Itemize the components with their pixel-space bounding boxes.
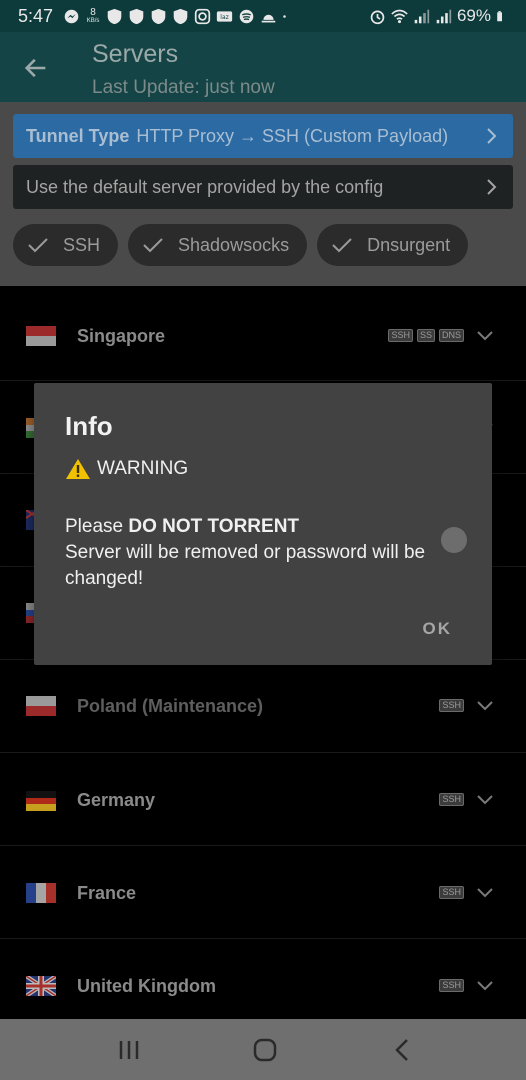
dot-icon: [283, 14, 286, 18]
chip-label: SSH: [63, 234, 101, 255]
alarm-icon: [370, 10, 385, 24]
server-tags: SSH: [439, 699, 464, 712]
server-row-singapore[interactable]: Singapore SSH SS DNS: [0, 288, 526, 381]
shield-icon: [173, 8, 188, 24]
tag-ssh: SSH: [439, 793, 464, 806]
germany-flag-icon: [26, 791, 56, 811]
message-bold: DO NOT TORRENT: [128, 516, 300, 537]
server-name: France: [77, 883, 137, 903]
check-icon: [143, 238, 163, 253]
server-row-germany[interactable]: Germany SSH: [0, 753, 526, 846]
system-icons: 69%: [369, 6, 508, 26]
dialog-title: Info: [65, 411, 113, 441]
chip-ssh[interactable]: SSH: [13, 224, 119, 266]
speed-unit: KB/s: [86, 17, 100, 24]
last-update-text: Last Update: just now: [92, 77, 275, 98]
shield-icon: [129, 8, 144, 24]
status-bar: 5:47 8 KB/s laz 69%: [0, 0, 526, 32]
tag-ssh: SSH: [439, 886, 464, 899]
warning-text: WARNING: [97, 458, 189, 479]
lazada-icon: laz: [216, 10, 233, 22]
instagram-icon: [194, 8, 211, 24]
chevron-down-icon[interactable]: [476, 794, 494, 806]
chevron-down-icon[interactable]: [476, 700, 494, 712]
speed-value: 8: [90, 6, 96, 18]
network-speed: 8 KB/s: [85, 6, 101, 25]
protocol-filter-chips: SSH Shadowsocks Dnsurgent: [13, 224, 469, 266]
dialog-warning: WARNING: [65, 458, 188, 480]
app-bar: Servers Last Update: just now: [0, 32, 526, 102]
home-icon[interactable]: [252, 1037, 278, 1063]
check-icon: [332, 238, 352, 253]
config-panel: Tunnel Type HTTP Proxy → SSH (Custom Pay…: [0, 102, 526, 286]
info-dialog: Info WARNING Please DO NOT TORRENT Serve…: [34, 383, 492, 665]
message-prefix: Please: [65, 516, 129, 537]
server-name: United Kingdom: [77, 976, 216, 996]
chevron-down-icon[interactable]: [476, 887, 494, 899]
tag-ss: SS: [416, 329, 435, 342]
ok-button[interactable]: OK: [423, 619, 453, 639]
server-select-text: Use the default server provided by the c…: [26, 176, 384, 197]
server-row-poland[interactable]: Poland (Maintenance) SSH: [0, 660, 526, 753]
wifi-icon: [391, 9, 408, 23]
check-icon: [28, 238, 48, 253]
tag-ssh: SSH: [439, 699, 464, 712]
warning-icon: [66, 459, 90, 479]
back-icon[interactable]: [390, 1037, 416, 1063]
messenger-icon: [64, 9, 79, 23]
server-tags: SSH: [439, 886, 464, 899]
notification-icons: 8 KB/s laz: [63, 6, 292, 25]
signal-icon: [436, 9, 452, 23]
server-name: Germany: [77, 790, 156, 810]
status-time: 5:47: [18, 5, 54, 26]
server-name: Singapore: [77, 326, 166, 346]
battery-icon: [497, 10, 502, 21]
shield-icon: [151, 8, 166, 24]
tunnel-type-value: HTTP Proxy → SSH (Custom Payload): [136, 125, 449, 146]
touch-indicator: [441, 527, 467, 553]
weather-icon: [261, 14, 276, 22]
server-name: Poland (Maintenance): [77, 696, 264, 716]
chevron-down-icon[interactable]: [476, 980, 494, 992]
shield-icon: [107, 8, 122, 24]
server-select-button[interactable]: Use the default server provided by the c…: [13, 165, 513, 209]
singapore-flag-icon: [26, 326, 56, 346]
poland-flag-icon: [26, 696, 56, 716]
chevron-down-icon[interactable]: [476, 330, 494, 342]
chip-shadowsocks[interactable]: Shadowsocks: [128, 224, 308, 266]
server-row-france[interactable]: France SSH: [0, 846, 526, 939]
chevron-right-icon: [487, 179, 497, 195]
uk-flag-icon: [26, 976, 56, 996]
tag-ssh: SSH: [439, 979, 464, 992]
page-title: Servers: [92, 40, 179, 68]
france-flag-icon: [26, 883, 56, 903]
spotify-icon: [239, 9, 254, 23]
chevron-right-icon: [487, 128, 497, 144]
server-tags: SSH: [439, 793, 464, 806]
tag-dns: DNS: [438, 329, 464, 342]
tunnel-type-label: Tunnel Type: [26, 125, 130, 146]
back-arrow-icon[interactable]: [22, 54, 50, 82]
message-rest: Server will be removed or password will …: [65, 542, 426, 589]
system-nav-bar: [0, 1019, 526, 1080]
chip-label: Dnsurgent: [367, 234, 451, 255]
server-tags: SSH: [439, 979, 464, 992]
dialog-message: Please DO NOT TORRENT Server will be rem…: [65, 514, 465, 592]
signal-icon: [414, 9, 430, 23]
svg-text:laz: laz: [220, 14, 228, 21]
chip-dnsurgent[interactable]: Dnsurgent: [317, 224, 469, 266]
server-tags: SSH SS DNS: [388, 329, 464, 342]
tunnel-type-button[interactable]: Tunnel Type HTTP Proxy → SSH (Custom Pay…: [13, 114, 513, 158]
tag-ssh: SSH: [388, 329, 413, 342]
chip-label: Shadowsocks: [178, 234, 290, 255]
battery-percent: 69%: [456, 6, 491, 25]
recent-apps-icon[interactable]: [116, 1037, 142, 1063]
